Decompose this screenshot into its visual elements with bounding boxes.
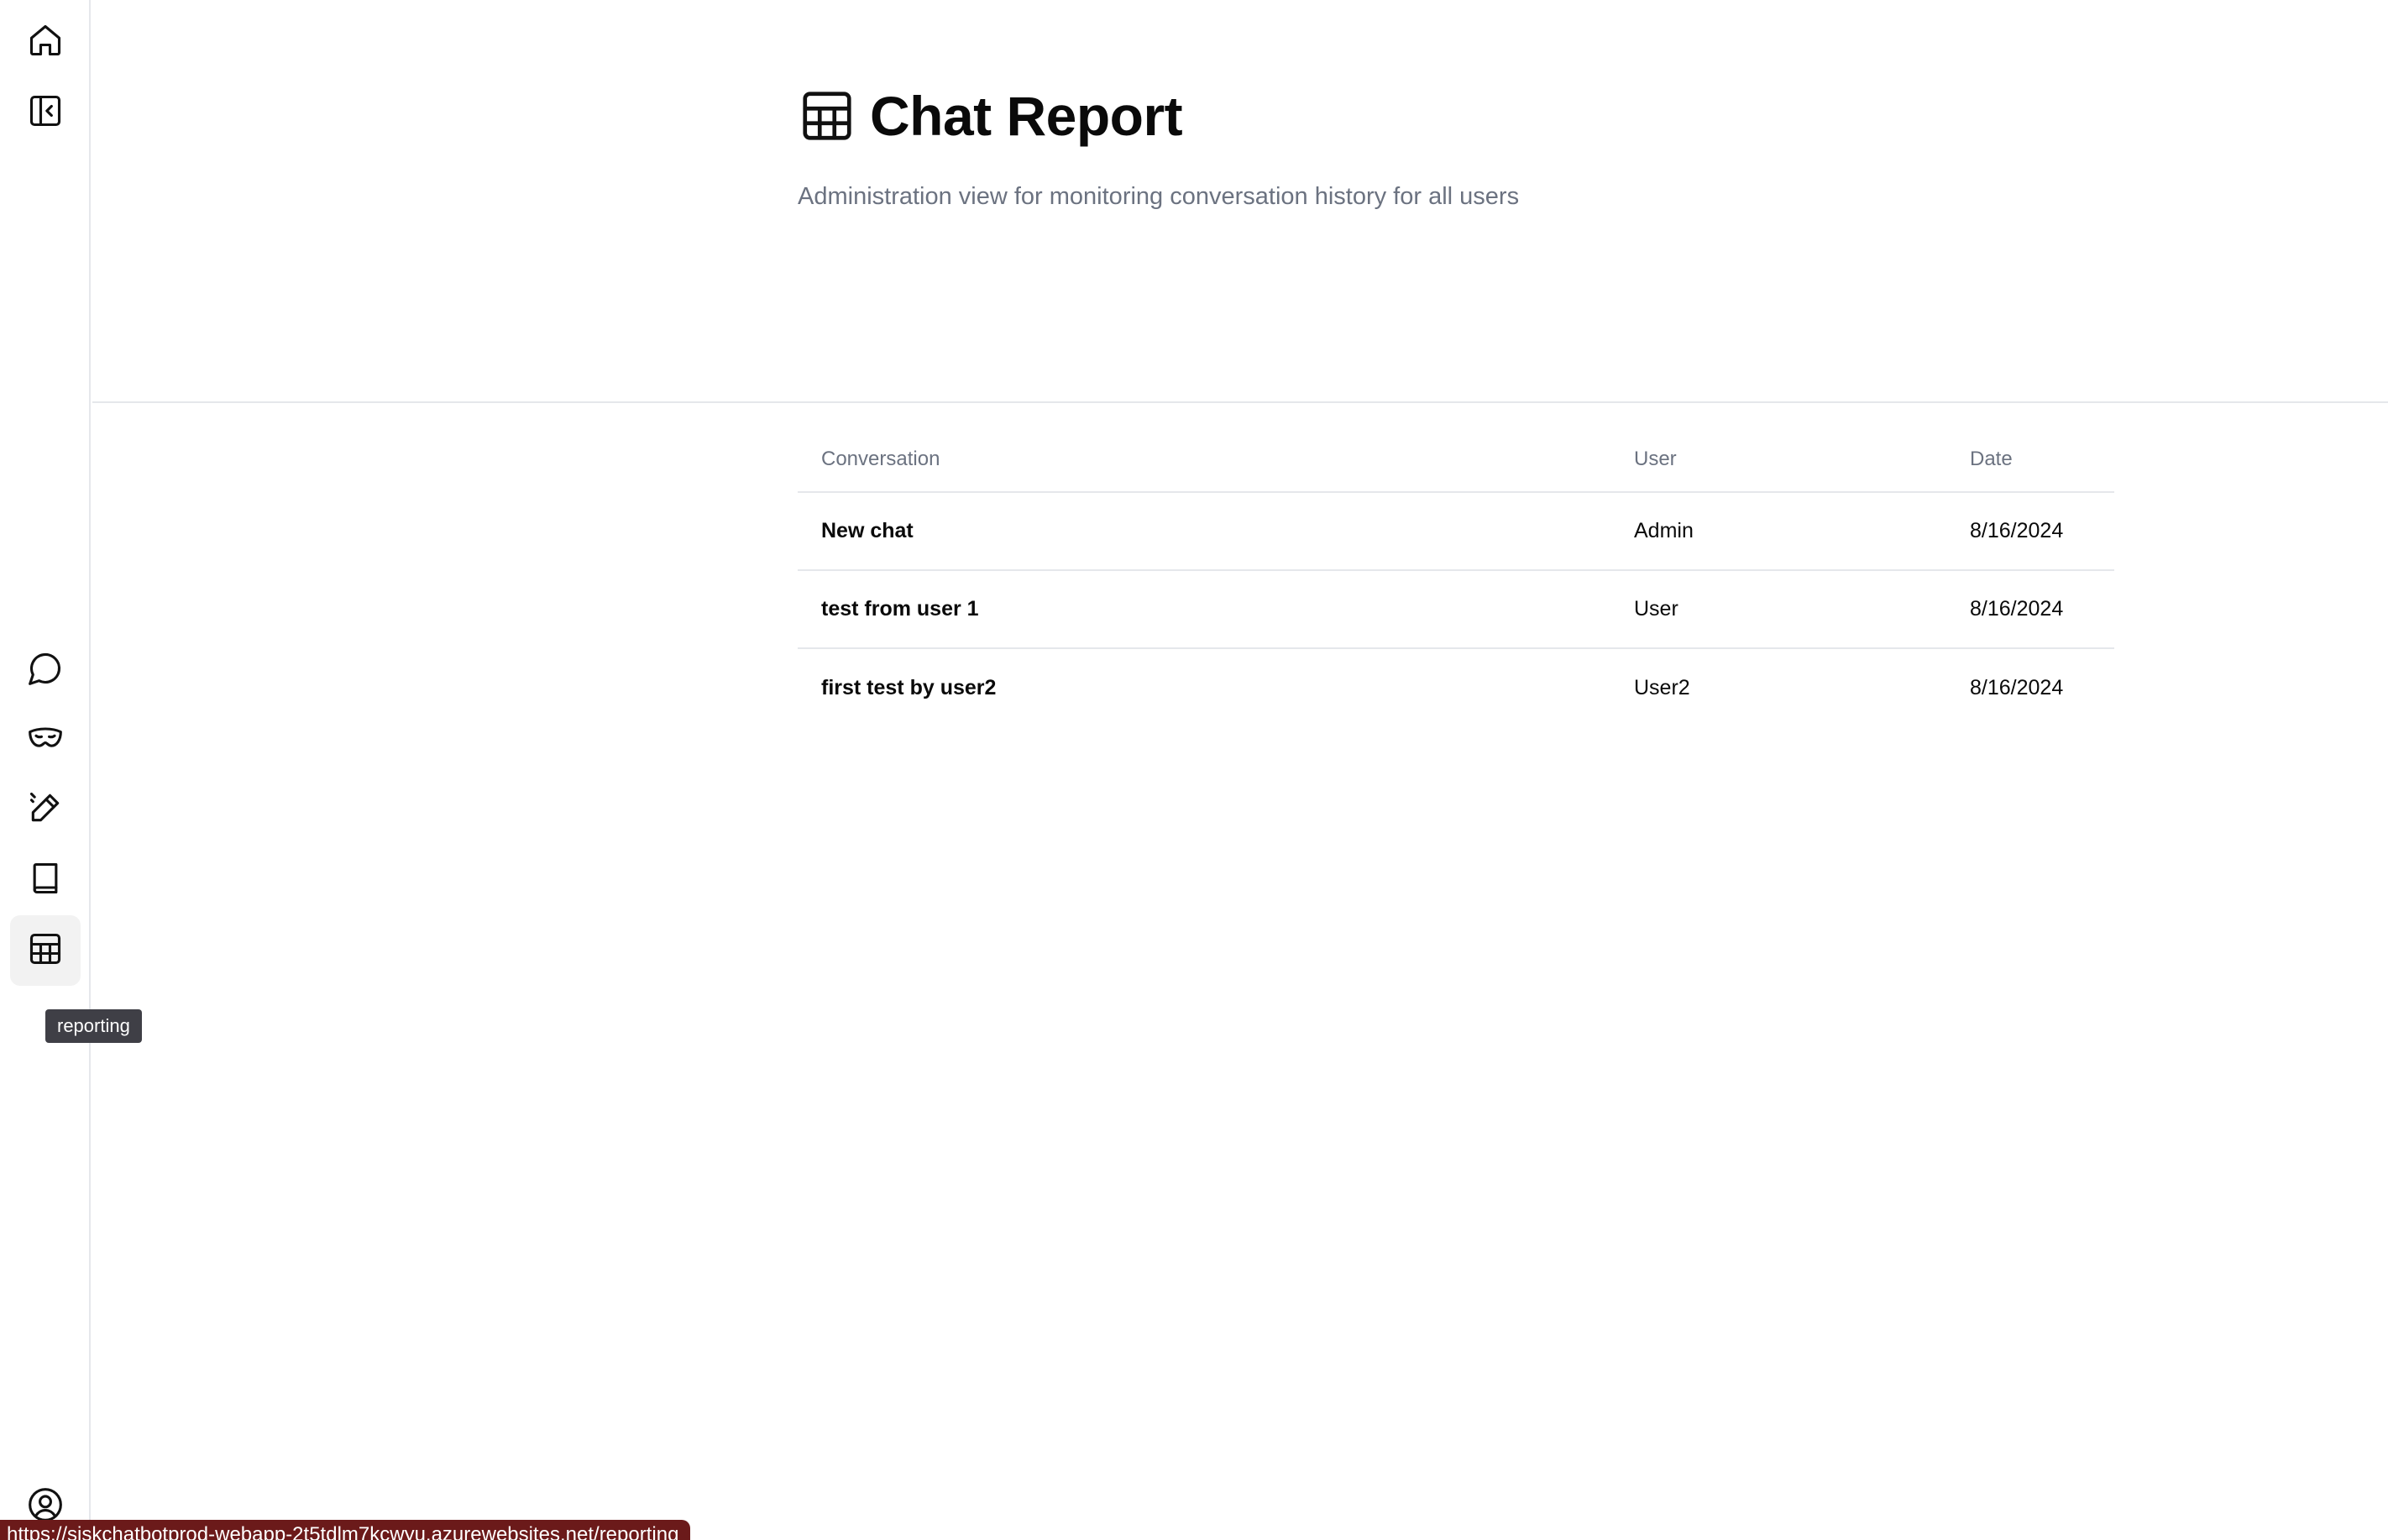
status-bar-url: https://siskchatbotprod-webapp-2t5tdlm7k…: [0, 1520, 691, 1540]
sidebar: [0, 0, 91, 1540]
page-subtitle: Administration view for monitoring conve…: [798, 183, 1520, 210]
conversation-cell[interactable]: first test by user2: [798, 648, 1610, 726]
app-root: reporting Chat Report Administration vie…: [0, 0, 2388, 1540]
user-cell: User: [1610, 570, 1946, 649]
page-title: Chat Report: [870, 85, 1183, 147]
column-header-conversation: Conversation: [798, 427, 1610, 493]
page-header: Chat Report Administration view for moni…: [92, 0, 2388, 403]
table-icon: [798, 86, 856, 145]
table-header-row: Conversation User Date: [798, 427, 2114, 493]
table-row[interactable]: test from user 1 User 8/16/2024: [798, 570, 2114, 649]
conversation-cell[interactable]: test from user 1: [798, 570, 1610, 649]
sidebar-item-home[interactable]: [10, 7, 81, 77]
column-header-date: Date: [1946, 427, 2114, 493]
chat-bubble-icon: [27, 650, 64, 691]
title-row: Chat Report: [798, 84, 1183, 148]
mask-icon: [27, 720, 64, 761]
chat-report-table: Conversation User Date New chat Admin 8/…: [798, 427, 2114, 726]
sidebar-item-chat[interactable]: [10, 635, 81, 705]
sidebar-tooltip: reporting: [45, 1009, 142, 1043]
sidebar-collapse-button[interactable]: [10, 77, 81, 148]
column-header-user: User: [1610, 427, 1946, 493]
user-cell: Admin: [1610, 492, 1946, 571]
date-cell: 8/16/2024: [1946, 492, 2114, 571]
date-cell: 8/16/2024: [1946, 570, 2114, 649]
sidebar-collapse-icon: [27, 92, 64, 134]
sidebar-item-personas[interactable]: [10, 705, 81, 775]
date-cell: 8/16/2024: [1970, 675, 2064, 699]
user-cell: User2: [1634, 675, 1690, 699]
sidebar-item-library[interactable]: [10, 845, 81, 915]
table-icon: [27, 930, 64, 972]
table-row[interactable]: first test by user2 User2 8/16/2024: [798, 648, 2114, 726]
book-icon: [27, 860, 64, 901]
conversation-cell[interactable]: New chat: [798, 492, 1610, 571]
pen-icon: [27, 789, 64, 830]
sidebar-item-reporting[interactable]: [10, 915, 81, 986]
table-row[interactable]: New chat Admin 8/16/2024: [798, 492, 2114, 571]
sidebar-item-prompts[interactable]: [10, 774, 81, 845]
home-icon: [27, 22, 64, 63]
